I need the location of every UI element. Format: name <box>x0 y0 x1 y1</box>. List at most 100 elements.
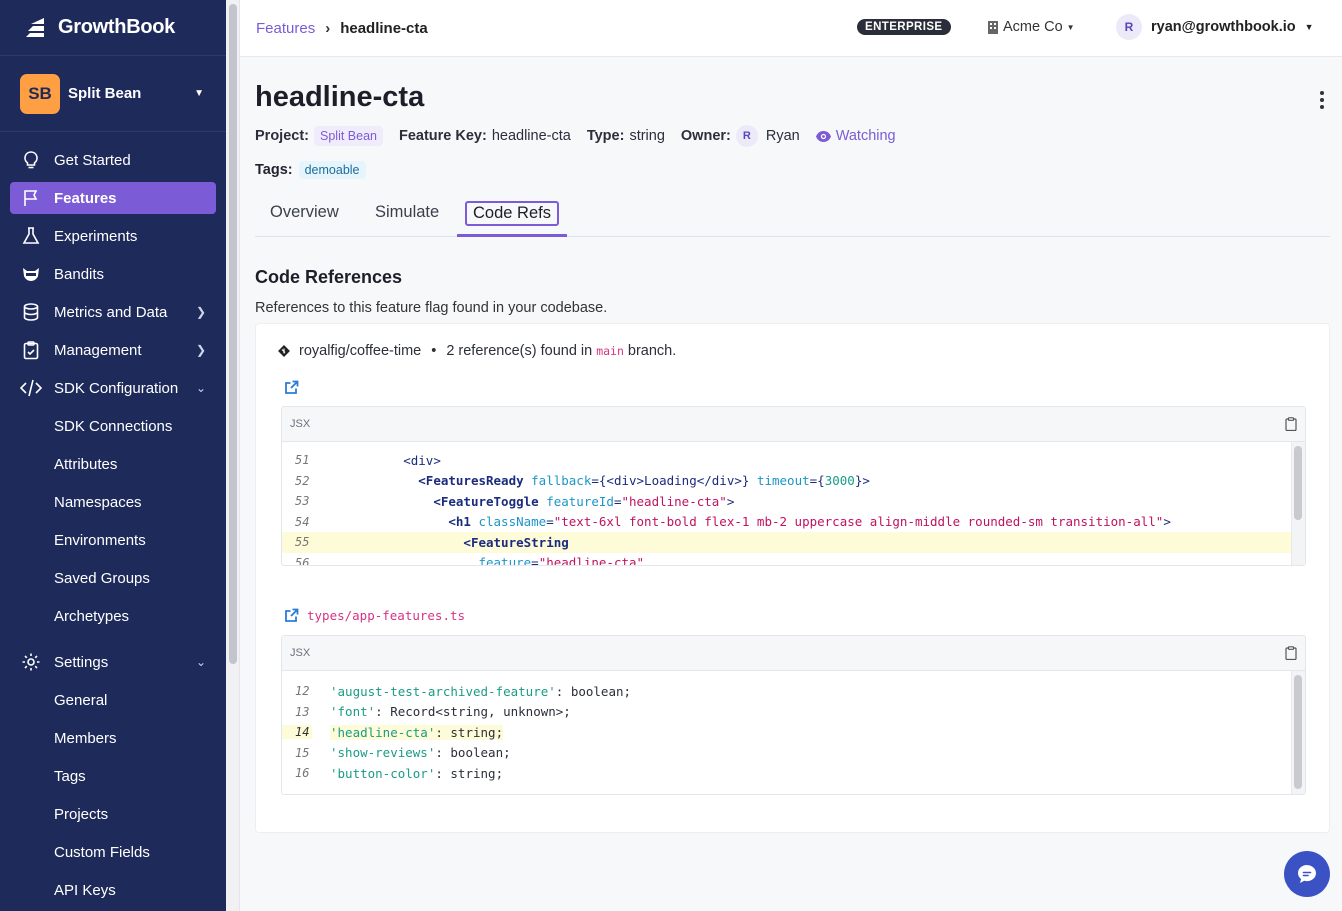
open-file-link[interactable] <box>284 380 299 395</box>
code-line: 53 <FeatureToggle featureId="headline-ct… <box>282 491 1305 512</box>
owner-label: Owner: <box>681 128 731 144</box>
separator-dot: • <box>431 343 436 359</box>
tab-bar: Overview Simulate Code Refs <box>255 200 1330 237</box>
code-body: 12'august-test-archived-feature': boolea… <box>282 671 1305 795</box>
project-badge[interactable]: Split Bean <box>314 126 383 146</box>
sidebar-item-label: Experiments <box>54 228 137 245</box>
code-line: 13'font': Record<string, unknown>; <box>282 702 1305 723</box>
page-title: headline-cta <box>255 81 424 114</box>
code-line: 15'show-reviews': boolean; <box>282 743 1305 764</box>
chevron-right-icon: › <box>325 20 330 37</box>
project-label: Project: <box>255 128 309 144</box>
code-body: 51 <div> 52 <FeaturesReady fallback={<di… <box>282 442 1305 566</box>
sidebar-item-tags[interactable]: Tags <box>10 760 216 792</box>
database-icon <box>20 301 42 323</box>
sidebar-item-features[interactable]: Features <box>10 182 216 214</box>
sidebar-item-projects[interactable]: Projects <box>10 798 216 830</box>
org-dropdown[interactable]: Acme Co ▼ <box>988 19 1075 35</box>
chevron-right-icon: ❯ <box>196 305 206 319</box>
breadcrumb-features-link[interactable]: Features <box>256 20 315 37</box>
sidebar-item-environments[interactable]: Environments <box>10 524 216 556</box>
branch-name: main <box>596 344 624 358</box>
code-block: JSX 12'august-test-archived-feature': bo… <box>281 635 1306 795</box>
code-language: JSX <box>290 418 310 430</box>
code-refs-card: royalfig/coffee-time • 2 reference(s) fo… <box>255 323 1330 833</box>
sidebar-item-custom-fields[interactable]: Custom Fields <box>10 836 216 868</box>
copy-clipboard-icon[interactable] <box>1285 417 1297 434</box>
owner-name: Ryan <box>766 128 800 144</box>
brand[interactable]: GrowthBook <box>0 0 226 56</box>
code-scrollbar-thumb[interactable] <box>1294 446 1302 520</box>
sidebar-item-members[interactable]: Members <box>10 722 216 754</box>
code-block-header: JSX <box>282 407 1305 442</box>
sidebar-item-general[interactable]: General <box>10 684 216 716</box>
sidebar-item-label: Get Started <box>54 152 131 169</box>
code-block-header: JSX <box>282 636 1305 671</box>
org-badge: SB <box>20 74 60 114</box>
tab-simulate[interactable]: Simulate <box>375 203 439 222</box>
sidebar-item-settings[interactable]: Settings ⌄ <box>10 646 216 678</box>
sidebar-item-attributes[interactable]: Attributes <box>10 448 216 480</box>
tab-code-refs[interactable]: Code Refs <box>465 201 559 226</box>
user-email: ryan@growthbook.io <box>1151 19 1296 35</box>
sidebar-item-label: Settings <box>54 654 108 671</box>
sidebar-item-archetypes[interactable]: Archetypes <box>10 600 216 632</box>
brand-name: GrowthBook <box>58 16 175 39</box>
code-line-highlighted: 55 <FeatureString <box>282 532 1305 553</box>
sidebar: GrowthBook SB Split Bean ▼ Get Started F… <box>0 0 226 911</box>
code-line-highlighted: 14'headline-cta': string; <box>282 722 1305 743</box>
chat-support-button[interactable] <box>1284 851 1330 897</box>
breadcrumb-current: headline-cta <box>340 20 428 37</box>
tab-overview[interactable]: Overview <box>270 203 339 222</box>
chevron-right-icon: ❯ <box>196 343 206 357</box>
sidebar-item-label: Features <box>54 190 117 207</box>
eye-icon <box>816 131 831 142</box>
sidebar-item-label: Bandits <box>54 266 104 283</box>
code-scrollbar-track[interactable] <box>1291 442 1305 566</box>
sidebar-scrollbar-thumb[interactable] <box>229 4 237 664</box>
tags-row: Tags: demoable <box>255 161 366 179</box>
sidebar-item-api-keys[interactable]: API Keys <box>10 874 216 906</box>
sidebar-item-experiments[interactable]: Experiments <box>10 220 216 252</box>
code-line: 52 <FeaturesReady fallback={<div>Loading… <box>282 471 1305 492</box>
chat-icon <box>1296 863 1318 885</box>
lightbulb-icon <box>20 149 42 171</box>
sidebar-item-bandits[interactable]: Bandits <box>10 258 216 290</box>
feature-key-label: Feature Key: <box>399 128 487 144</box>
code-line: 51 <div> <box>282 450 1305 471</box>
repo-summary: royalfig/coffee-time • 2 reference(s) fo… <box>278 343 676 359</box>
chevron-down-icon: ⌄ <box>196 381 206 395</box>
breadcrumb: Features › headline-cta <box>256 20 428 37</box>
sidebar-item-metrics[interactable]: Metrics and Data ❯ <box>10 296 216 328</box>
code-scrollbar-thumb[interactable] <box>1294 675 1302 789</box>
caret-down-icon: ▼ <box>194 88 204 99</box>
building-icon <box>988 21 998 34</box>
watching-toggle[interactable]: Watching <box>816 128 896 144</box>
git-icon <box>278 345 290 357</box>
sidebar-item-sdk-connections[interactable]: SDK Connections <box>10 410 216 442</box>
feature-meta: Project: Split Bean Feature Key: headline-… <box>255 125 896 147</box>
code-line: 12'august-test-archived-feature': boolea… <box>282 681 1305 702</box>
external-link-icon <box>284 380 299 395</box>
org-name: Split Bean <box>68 85 194 102</box>
tag-badge[interactable]: demoable <box>299 161 366 179</box>
open-file-link[interactable]: types/app-features.ts <box>284 608 465 623</box>
tags-label: Tags: <box>255 162 293 178</box>
plan-badge: ENTERPRISE <box>857 19 951 35</box>
user-menu[interactable]: R ryan@growthbook.io ▼ <box>1116 14 1314 40</box>
sidebar-item-sdk-configuration[interactable]: SDK Configuration ⌄ <box>10 372 216 404</box>
sidebar-item-get-started[interactable]: Get Started <box>10 144 216 176</box>
external-link-icon <box>284 608 299 623</box>
org-dropdown-label: Acme Co <box>1003 19 1063 35</box>
org-switcher[interactable]: SB Split Bean ▼ <box>0 56 226 132</box>
type-label: Type: <box>587 128 625 144</box>
repo-name: royalfig/coffee-time <box>299 343 421 359</box>
more-options-icon[interactable] <box>1314 91 1330 109</box>
sidebar-item-namespaces[interactable]: Namespaces <box>10 486 216 518</box>
feature-key-value: headline-cta <box>492 128 571 144</box>
sidebar-item-management[interactable]: Management ❯ <box>10 334 216 366</box>
copy-clipboard-icon[interactable] <box>1285 646 1297 663</box>
sidebar-item-saved-groups[interactable]: Saved Groups <box>10 562 216 594</box>
code-scrollbar-track[interactable] <box>1291 671 1305 795</box>
file-path[interactable]: types/app-features.ts <box>307 608 465 623</box>
